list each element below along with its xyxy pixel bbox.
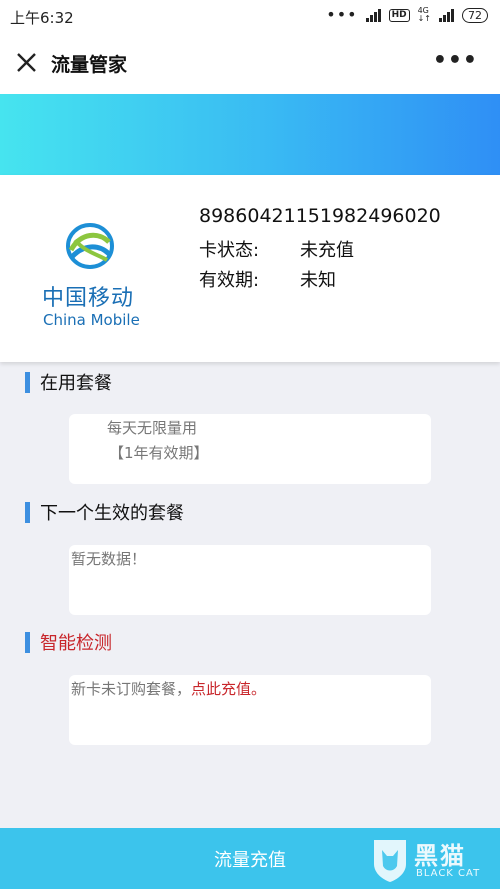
card-status-row: 卡状态: 未充值 xyxy=(199,236,354,262)
watermark-en: BLACK CAT xyxy=(416,868,481,879)
status-icons: ••• HD 4G ↓↑ 72 xyxy=(326,7,488,23)
current-plan-name: 每天无限量用 xyxy=(107,419,198,437)
next-plan-box: 暂无数据！ xyxy=(69,545,431,615)
sim-card-info: 中国移动 China Mobile 89860421151982496020 卡… xyxy=(0,175,500,362)
close-icon[interactable] xyxy=(14,50,40,76)
smart-detect-box: 新卡未订购套餐，点此充值。 xyxy=(69,675,431,745)
section-smart-detect: 智能检测 xyxy=(25,630,112,654)
validity-row: 有效期: 未知 xyxy=(199,266,336,292)
section-next-plan: 下一个生效的套餐 xyxy=(25,500,184,524)
recharge-link[interactable]: 点此充值。 xyxy=(191,680,266,698)
detect-message: 新卡未订购套餐，点此充值。 xyxy=(71,678,266,699)
header-banner xyxy=(0,94,500,175)
validity-label: 有效期: xyxy=(199,270,260,291)
hd-badge: HD xyxy=(388,8,410,22)
signal-icon-2 xyxy=(439,8,454,22)
section-title: 下一个生效的套餐 xyxy=(40,503,184,524)
section-current-plan: 在用套餐 xyxy=(25,370,112,394)
signal-icon xyxy=(365,8,381,22)
brand-name-en: China Mobile xyxy=(43,311,140,329)
title-bar: 流量管家 ••• xyxy=(0,34,500,94)
detect-text: 新卡未订购套餐， xyxy=(71,680,192,698)
brand-name-cn: 中国移动 xyxy=(42,286,135,311)
status-bar: 上午6:32 ••• HD 4G ↓↑ 72 xyxy=(0,0,500,34)
current-plan-box[interactable]: 每天无限量用 【1年有效期】 xyxy=(69,414,431,484)
section-marker xyxy=(25,501,30,523)
iccid-number: 89860421151982496020 xyxy=(199,205,441,227)
validity-value: 未知 xyxy=(300,270,336,291)
section-marker xyxy=(25,631,30,653)
more-notifications-icon: ••• xyxy=(326,5,358,24)
battery-icon: 72 xyxy=(462,7,488,23)
card-status-value: 未充值 xyxy=(300,240,354,261)
network-icon: 4G ↓↑ xyxy=(417,6,431,23)
current-plan-validity: 【1年有效期】 xyxy=(109,444,209,462)
more-menu-icon[interactable]: ••• xyxy=(433,48,478,73)
watermark-cn: 黑猫 xyxy=(414,842,466,870)
card-status-label: 卡状态: xyxy=(199,240,260,261)
section-title: 智能检测 xyxy=(40,633,112,654)
black-cat-shield-icon xyxy=(374,840,406,882)
watermark: 黑猫 BLACK CAT xyxy=(370,836,490,884)
page-title: 流量管家 xyxy=(51,54,128,76)
china-mobile-logo: 中国移动 China Mobile xyxy=(40,220,140,335)
status-time: 上午6:32 xyxy=(10,9,74,27)
recharge-button[interactable]: 流量充值 黑猫 BLACK CAT xyxy=(0,828,500,889)
no-data-text: 暂无数据！ xyxy=(71,550,147,568)
china-mobile-logo-mark xyxy=(66,223,114,269)
section-title: 在用套餐 xyxy=(40,373,112,394)
section-marker xyxy=(25,371,30,393)
